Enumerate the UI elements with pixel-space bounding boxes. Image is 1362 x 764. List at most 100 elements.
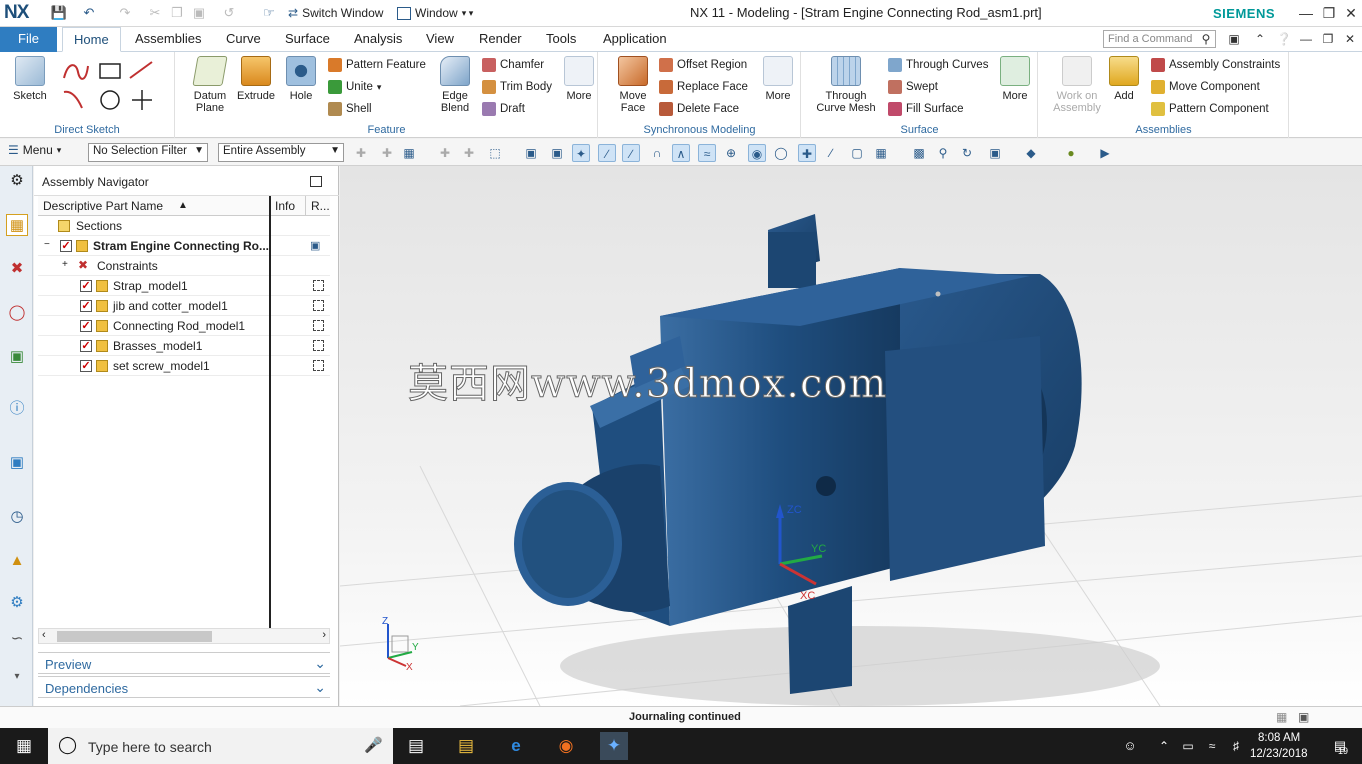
tab-curve[interactable]: Curve xyxy=(215,27,272,52)
roles-icon[interactable]: ∽ xyxy=(6,628,28,650)
move-component-button[interactable]: Move Component xyxy=(1151,78,1260,96)
quadrant-point-icon[interactable]: ⊕ xyxy=(722,144,740,162)
replace-face-button[interactable]: Replace Face xyxy=(659,78,748,96)
swept-button[interactable]: Swept xyxy=(888,78,938,96)
firefox-icon[interactable]: ◉ xyxy=(552,732,580,760)
datum-plane-button[interactable]: Datum Plane xyxy=(188,56,232,114)
reuse-library-icon[interactable]: ▣ xyxy=(6,346,28,368)
type-filter-icon[interactable]: ✚ xyxy=(378,144,396,162)
window-menu[interactable]: Window ▾ ▾ xyxy=(397,3,473,23)
column-info[interactable]: Info xyxy=(270,196,306,216)
column-r[interactable]: R... xyxy=(306,196,330,216)
arc-center-icon[interactable]: ◉ xyxy=(748,144,766,162)
copy-icon[interactable]: ❐ xyxy=(168,4,186,22)
design-intent-icon[interactable]: ✚ xyxy=(436,144,454,162)
rectangle-select-icon[interactable]: ⬚ xyxy=(486,144,504,162)
tab-application[interactable]: Application xyxy=(592,27,678,52)
clock-time[interactable]: 8:08 AM xyxy=(1258,732,1300,744)
arc-icon[interactable] xyxy=(63,90,83,109)
bounded-grid-icon[interactable]: ▦ xyxy=(872,144,890,162)
system-materials-icon[interactable]: ▲ xyxy=(6,550,28,572)
through-curves-button[interactable]: Through Curves xyxy=(888,56,988,74)
tree-row-part[interactable]: ✓ set screw_model1 xyxy=(38,356,330,376)
status-options-icon[interactable]: ▦ xyxy=(1276,710,1287,724)
hole-button[interactable]: Hole xyxy=(281,56,321,102)
doc-restore-icon[interactable]: ❐ xyxy=(1320,31,1336,47)
sketch-curve-tools[interactable] xyxy=(60,58,170,114)
zoom-icon[interactable]: ⚲ xyxy=(934,144,952,162)
maximize-icon[interactable] xyxy=(310,176,322,187)
scrollbar-thumb[interactable] xyxy=(57,631,212,642)
cut-icon[interactable]: ✂ xyxy=(146,4,164,22)
part-visibility-checkbox[interactable]: ✓ xyxy=(80,280,92,292)
circle-icon[interactable] xyxy=(100,90,120,110)
through-curve-mesh-button[interactable]: Through Curve Mesh xyxy=(814,56,878,114)
ribbon-options-icon[interactable]: ▣ xyxy=(1226,31,1242,47)
tree-row-part[interactable]: ✓ jib and cotter_model1 xyxy=(38,296,330,316)
doc-minimize-icon[interactable]: — xyxy=(1298,31,1314,47)
paste-icon[interactable]: ▣ xyxy=(190,4,208,22)
search-icon[interactable]: ⚲ xyxy=(1198,31,1214,47)
control-point-icon[interactable]: ∩ xyxy=(648,144,666,162)
shell-button[interactable]: Shell xyxy=(328,100,372,118)
snap-point-icon[interactable]: ✦ xyxy=(572,144,590,162)
sketch-button[interactable]: Sketch xyxy=(8,56,52,102)
root-visibility-checkbox[interactable]: ✓ xyxy=(60,240,72,252)
tree-row-sections[interactable]: Sections xyxy=(38,216,330,236)
preview-panel[interactable]: Preview ⌄ xyxy=(38,652,330,674)
tree-row-part[interactable]: ✓ Connecting Rod_model1 xyxy=(38,316,330,336)
work-on-assembly-button[interactable]: Work on Assembly xyxy=(1051,56,1103,114)
volume-icon[interactable]: ♯ xyxy=(1222,732,1250,760)
extrude-button[interactable]: Extrude xyxy=(234,56,278,102)
repeat-command-icon[interactable]: ↺ xyxy=(220,4,238,22)
chamfer-button[interactable]: Chamfer xyxy=(482,56,544,74)
assembly-constraints-button[interactable]: Assembly Constraints xyxy=(1151,56,1280,74)
fit-view-icon[interactable]: ▩ xyxy=(910,144,928,162)
chevron-down-icon[interactable]: ▾ xyxy=(6,666,28,688)
show-hide-icon[interactable]: ▶ xyxy=(1096,144,1114,162)
tree-row-part[interactable]: ✓ Brasses_model1 xyxy=(38,336,330,356)
close-button[interactable]: ✕ xyxy=(1340,3,1362,23)
collapse-ribbon-icon[interactable]: ⌃ xyxy=(1252,31,1268,47)
trim-body-button[interactable]: Trim Body xyxy=(482,78,552,96)
point-on-surface-icon[interactable]: ▢ xyxy=(848,144,866,162)
tree-row-root-assembly[interactable]: − ✓ Stram Engine Connecting Ro... ▣ xyxy=(38,236,330,256)
allow-selection-icon[interactable]: ✚ xyxy=(460,144,478,162)
part-visibility-checkbox[interactable]: ✓ xyxy=(80,300,92,312)
point-on-curve-icon[interactable]: ∕ xyxy=(822,144,840,162)
redo-icon[interactable]: ↷ xyxy=(116,4,134,22)
part-navigator-icon[interactable]: ◯ xyxy=(6,302,28,324)
tab-render[interactable]: Render xyxy=(468,27,533,52)
rectangle-icon[interactable] xyxy=(99,63,121,79)
windows-start-icon[interactable]: ▦ xyxy=(10,732,38,760)
pattern-component-button[interactable]: Pattern Component xyxy=(1151,100,1269,118)
touch-mode-icon[interactable]: ☞ xyxy=(260,4,278,22)
restore-button[interactable]: ❐ xyxy=(1318,3,1340,23)
expand-icon[interactable]: + xyxy=(62,259,68,270)
process-studio-icon[interactable]: ⚙ xyxy=(6,592,28,614)
dependencies-panel[interactable]: Dependencies ⌄ xyxy=(38,676,330,698)
settings-gear-icon[interactable]: ⚙ xyxy=(6,170,28,192)
scroll-left-icon[interactable]: ‹ xyxy=(42,629,46,641)
fill-surface-button[interactable]: Fill Surface xyxy=(888,100,964,118)
curve-point-icon[interactable]: ≈ xyxy=(698,144,716,162)
tab-file[interactable]: File xyxy=(0,27,57,52)
rotate-icon[interactable]: ↻ xyxy=(958,144,976,162)
collapse-icon[interactable]: − xyxy=(44,239,50,250)
help-icon[interactable]: ❔ xyxy=(1276,31,1292,47)
edge-blend-button[interactable]: Edge Blend xyxy=(433,56,477,114)
line-icon[interactable] xyxy=(129,61,153,79)
tab-assemblies[interactable]: Assemblies xyxy=(124,27,212,52)
hd3d-tools-icon[interactable]: ⓘ xyxy=(6,398,28,420)
mid-point-icon[interactable]: ∕ xyxy=(622,144,640,162)
connecting-rod-assembly[interactable] xyxy=(514,214,1082,694)
people-icon[interactable]: ☺ xyxy=(1116,732,1144,760)
tab-tools[interactable]: Tools xyxy=(535,27,587,52)
horizontal-scrollbar[interactable]: ‹ › xyxy=(38,628,330,644)
minimize-button[interactable]: — xyxy=(1295,3,1317,23)
model-view[interactable]: ZC YC XC xyxy=(340,166,1362,706)
save-icon[interactable]: 💾 xyxy=(50,4,68,22)
existing-point-icon[interactable]: ✚ xyxy=(798,144,816,162)
move-face-button[interactable]: Move Face xyxy=(611,56,655,114)
delete-face-button[interactable]: Delete Face xyxy=(659,100,739,118)
